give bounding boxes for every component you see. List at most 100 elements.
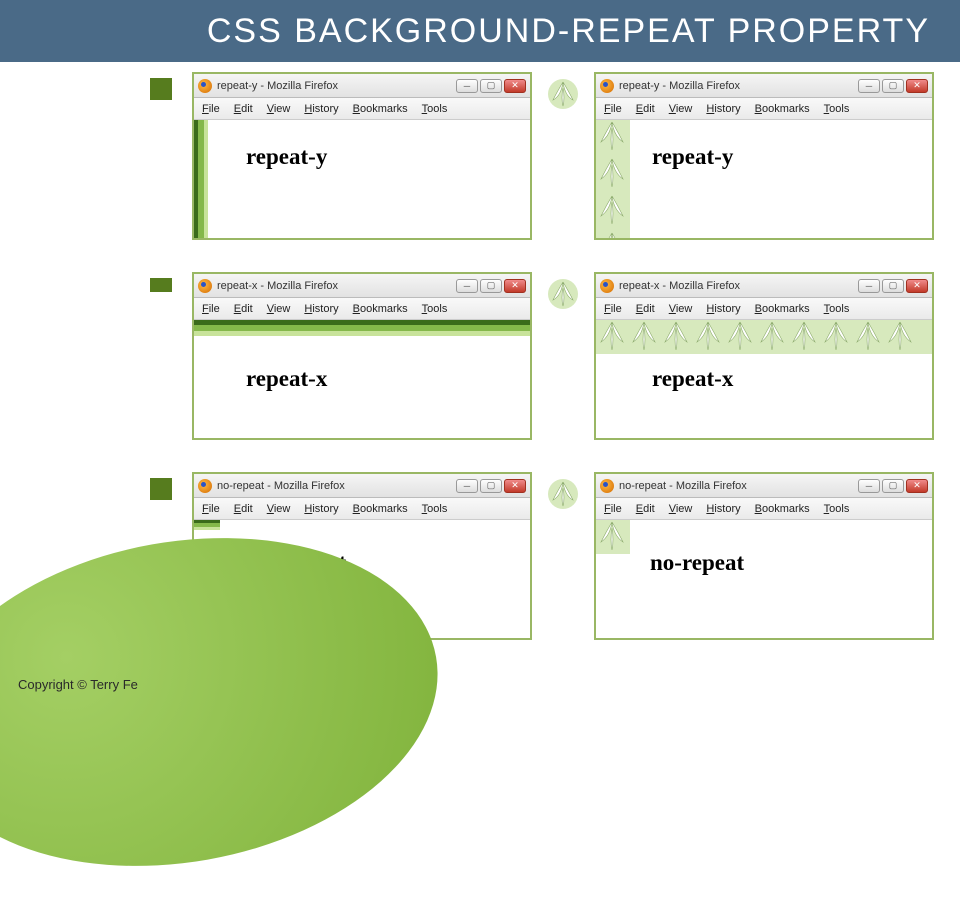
leaf-tile-icon bbox=[788, 320, 820, 352]
menu-bookmarks[interactable]: Bookmarks bbox=[353, 103, 408, 115]
minimize-button[interactable]: ─ bbox=[858, 479, 880, 493]
leaf-tile-icon bbox=[628, 320, 660, 352]
menu-tools[interactable]: Tools bbox=[422, 503, 448, 515]
leaf-tile-icon bbox=[852, 320, 884, 352]
menu-view[interactable]: View bbox=[267, 503, 291, 515]
menu-bar: File Edit View History Bookmarks Tools bbox=[596, 298, 932, 320]
minimize-button[interactable]: ─ bbox=[456, 79, 478, 93]
browser-viewport: repeat-y bbox=[194, 120, 530, 238]
window-title: repeat-x - Mozilla Firefox bbox=[619, 280, 740, 292]
firefox-icon bbox=[198, 479, 212, 493]
window-title: repeat-x - Mozilla Firefox bbox=[217, 280, 338, 292]
menu-view[interactable]: View bbox=[669, 103, 693, 115]
browser-window: repeat-y - Mozilla Firefox ─ ▢ ✕ File Ed… bbox=[594, 72, 934, 240]
bg-repeat-y-stripe bbox=[194, 120, 208, 238]
leaf-tile-icon bbox=[724, 320, 756, 352]
browser-window: repeat-y - Mozilla Firefox ─ ▢ ✕ File Ed… bbox=[192, 72, 532, 240]
menu-edit[interactable]: Edit bbox=[234, 303, 253, 315]
slide-content: repeat-y - Mozilla Firefox ─ ▢ ✕ File Ed… bbox=[0, 62, 960, 702]
leaf-tile-icon bbox=[596, 520, 628, 552]
bg-no-repeat-stripe bbox=[194, 520, 220, 530]
leaf-tile-icon bbox=[820, 320, 852, 352]
menu-bookmarks[interactable]: Bookmarks bbox=[755, 303, 810, 315]
window-titlebar: repeat-x - Mozilla Firefox ─ ▢ ✕ bbox=[194, 274, 530, 298]
leaf-tile-icon bbox=[660, 320, 692, 352]
menu-file[interactable]: File bbox=[604, 503, 622, 515]
menu-bar: File Edit View History Bookmarks Tools bbox=[596, 498, 932, 520]
menu-history[interactable]: History bbox=[304, 103, 338, 115]
menu-edit[interactable]: Edit bbox=[636, 303, 655, 315]
viewport-label: repeat-x bbox=[246, 366, 327, 392]
browser-viewport: repeat-y bbox=[596, 120, 932, 238]
menu-file[interactable]: File bbox=[202, 503, 220, 515]
bg-repeat-x-stripe bbox=[194, 320, 530, 336]
leaf-icon bbox=[547, 78, 579, 110]
minimize-button[interactable]: ─ bbox=[456, 279, 478, 293]
leaf-tile-icon bbox=[596, 120, 628, 152]
maximize-button[interactable]: ▢ bbox=[480, 79, 502, 93]
menu-history[interactable]: History bbox=[706, 103, 740, 115]
viewport-label: no-repeat bbox=[650, 550, 744, 576]
menu-file[interactable]: File bbox=[202, 103, 220, 115]
minimize-button[interactable]: ─ bbox=[456, 479, 478, 493]
menu-tools[interactable]: Tools bbox=[422, 303, 448, 315]
close-button[interactable]: ✕ bbox=[504, 279, 526, 293]
close-button[interactable]: ✕ bbox=[504, 479, 526, 493]
menu-view[interactable]: View bbox=[267, 103, 291, 115]
browser-window: repeat-x - Mozilla Firefox ─ ▢ ✕ File Ed… bbox=[192, 272, 532, 440]
bg-repeat-y-leaves bbox=[596, 120, 630, 238]
firefox-icon bbox=[198, 279, 212, 293]
menu-view[interactable]: View bbox=[669, 303, 693, 315]
menu-history[interactable]: History bbox=[706, 303, 740, 315]
window-titlebar: repeat-x - Mozilla Firefox ─ ▢ ✕ bbox=[596, 274, 932, 298]
title-band: CSS BACKGROUND-REPEAT PROPERTY bbox=[0, 0, 960, 62]
window-title: repeat-y - Mozilla Firefox bbox=[217, 80, 338, 92]
menu-file[interactable]: File bbox=[604, 103, 622, 115]
menu-tools[interactable]: Tools bbox=[422, 103, 448, 115]
menu-view[interactable]: View bbox=[669, 503, 693, 515]
leaf-tile-icon bbox=[596, 194, 628, 226]
close-button[interactable]: ✕ bbox=[504, 79, 526, 93]
firefox-icon bbox=[600, 479, 614, 493]
menu-history[interactable]: History bbox=[706, 503, 740, 515]
menu-edit[interactable]: Edit bbox=[636, 103, 655, 115]
window-titlebar: repeat-y - Mozilla Firefox ─ ▢ ✕ bbox=[194, 74, 530, 98]
menu-bookmarks[interactable]: Bookmarks bbox=[755, 103, 810, 115]
menu-file[interactable]: File bbox=[202, 303, 220, 315]
maximize-button[interactable]: ▢ bbox=[480, 279, 502, 293]
maximize-button[interactable]: ▢ bbox=[882, 79, 904, 93]
menu-bookmarks[interactable]: Bookmarks bbox=[755, 503, 810, 515]
menu-tools[interactable]: Tools bbox=[824, 303, 850, 315]
maximize-button[interactable]: ▢ bbox=[882, 479, 904, 493]
menu-file[interactable]: File bbox=[604, 303, 622, 315]
menu-view[interactable]: View bbox=[267, 303, 291, 315]
minimize-button[interactable]: ─ bbox=[858, 279, 880, 293]
menu-history[interactable]: History bbox=[304, 303, 338, 315]
maximize-button[interactable]: ▢ bbox=[480, 479, 502, 493]
menu-bar: File Edit View History Bookmarks Tools bbox=[194, 298, 530, 320]
bullet-leaf bbox=[542, 272, 584, 452]
close-button[interactable]: ✕ bbox=[906, 79, 928, 93]
menu-tools[interactable]: Tools bbox=[824, 503, 850, 515]
leaf-tile-icon bbox=[596, 157, 628, 189]
window-title: repeat-y - Mozilla Firefox bbox=[619, 80, 740, 92]
close-button[interactable]: ✕ bbox=[906, 279, 928, 293]
menu-bookmarks[interactable]: Bookmarks bbox=[353, 303, 408, 315]
menu-edit[interactable]: Edit bbox=[234, 503, 253, 515]
slide-title: CSS BACKGROUND-REPEAT PROPERTY bbox=[207, 12, 930, 51]
close-button[interactable]: ✕ bbox=[906, 479, 928, 493]
menu-history[interactable]: History bbox=[304, 503, 338, 515]
window-title: no-repeat - Mozilla Firefox bbox=[217, 480, 345, 492]
firefox-icon bbox=[198, 79, 212, 93]
copyright-text: Copyright © Terry Fe bbox=[18, 677, 138, 692]
square-bullet-icon bbox=[150, 78, 172, 100]
menu-tools[interactable]: Tools bbox=[824, 103, 850, 115]
leaf-tile-icon bbox=[884, 320, 916, 352]
maximize-button[interactable]: ▢ bbox=[882, 279, 904, 293]
menu-bookmarks[interactable]: Bookmarks bbox=[353, 503, 408, 515]
menu-edit[interactable]: Edit bbox=[234, 103, 253, 115]
menu-edit[interactable]: Edit bbox=[636, 503, 655, 515]
viewport-label: repeat-x bbox=[652, 366, 733, 392]
minimize-button[interactable]: ─ bbox=[858, 79, 880, 93]
menu-bar: File Edit View History Bookmarks Tools bbox=[194, 98, 530, 120]
